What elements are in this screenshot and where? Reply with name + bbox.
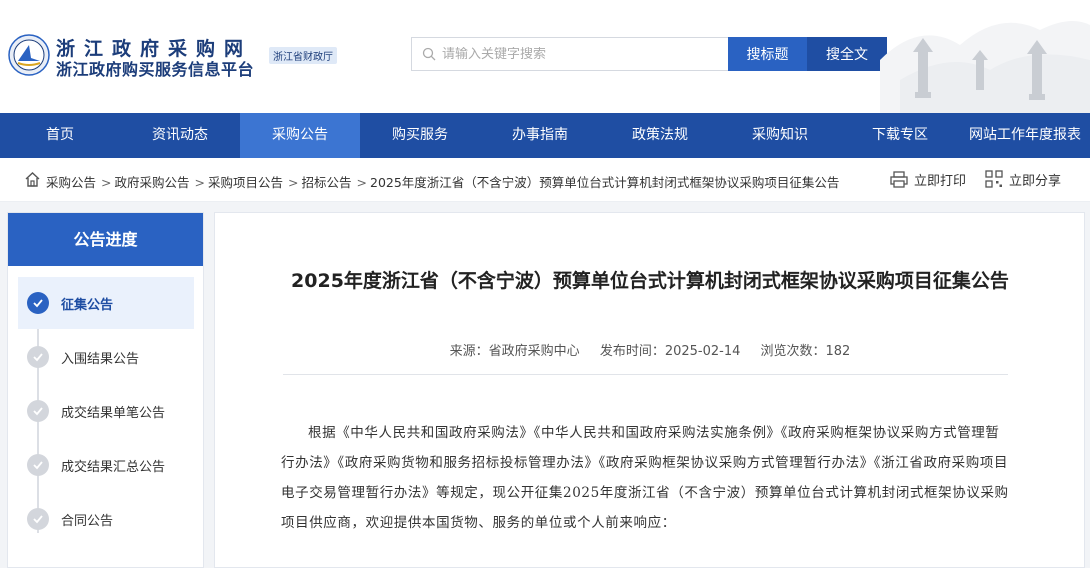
print-label: 立即打印 [914,173,967,189]
step-contract-notice[interactable]: 合同公告 [18,493,194,545]
site-logo-icon[interactable] [8,34,50,76]
breadcrumb-separator: > [356,175,367,190]
notice-progress-sidebar: 公告进度 征集公告 入围结果公告 成交结果单笔公告 成交结果汇总公告 合同公告 [7,212,204,568]
article-panel: 2025年度浙江省（不含宁波）预算单位台式计算机封闭式框架协议采购项目征集公告 … [214,212,1085,568]
site-header: 浙江政府采购网 浙江政府购买服务信息平台 浙江省财政厅 搜标题 搜全文 [0,0,1090,113]
printer-icon [890,170,908,188]
article-title: 2025年度浙江省（不含宁波）预算单位台式计算机封闭式框架协议采购项目征集公告 [291,270,1009,292]
print-button[interactable]: 立即打印 [890,169,966,189]
breadcrumb-item[interactable]: 采购公告 [46,175,96,190]
search-box [411,37,729,71]
step-single-deal-result[interactable]: 成交结果单笔公告 [18,385,194,437]
check-icon [27,400,49,422]
breadcrumb-bar: 采购公告 > 政府采购公告 > 采购项目公告 > 招标公告 >2025年度浙江省（不含宁波）预… [0,158,1090,202]
nav-download[interactable]: 下载专区 [840,113,960,158]
department-badge: 浙江省财政厅 [269,47,337,64]
share-label: 立即分享 [1009,173,1062,189]
nav-news[interactable]: 资讯动态 [120,113,240,158]
breadcrumb-current: 2025年度浙江省（不含宁波）预算单位台式计算机封闭式框架协议采购项目征集公告 [370,175,840,190]
search-input[interactable] [442,46,712,62]
breadcrumb-item[interactable]: 政府采购公告 [115,175,190,190]
article-meta: 来源：省政府采购中心 发布时间：2025-02-14 浏览次数：182 [265,340,1035,359]
article-publish-time: 发布时间：2025-02-14 [599,344,741,359]
nav-knowledge[interactable]: 采购知识 [720,113,840,158]
breadcrumb: 采购公告 > 政府采购公告 > 采购项目公告 > 招标公告 >2025年度浙江省（不含宁波）预… [46,172,841,191]
qrcode-icon [985,170,1003,188]
nav-purchase-service[interactable]: 购买服务 [360,113,480,158]
check-icon [27,346,49,368]
step-label: 合同公告 [61,513,114,529]
breadcrumb-item[interactable]: 采购项目公告 [208,175,283,190]
search-title-button[interactable]: 搜标题 [728,37,807,71]
nav-policy[interactable]: 政策法规 [600,113,720,158]
scenery-decoration-icon [880,21,1090,113]
step-solicitation-notice[interactable]: 征集公告 [18,277,194,329]
site-subtitle[interactable]: 浙江政府购买服务信息平台 [56,56,254,80]
article-source: 来源：省政府采购中心 [449,344,580,359]
main-nav: 首页 资讯动态 采购公告 购买服务 办事指南 政策法规 采购知识 下载专区 网站… [0,113,1090,158]
search-fulltext-button[interactable]: 搜全文 [807,37,887,71]
check-icon [27,454,49,476]
nav-guide[interactable]: 办事指南 [480,113,600,158]
breadcrumb-separator: > [194,175,205,190]
divider [283,374,1008,375]
check-icon [27,292,49,314]
breadcrumb-separator: > [101,175,112,190]
article-views: 浏览次数：182 [760,344,851,359]
article-paragraph: 根据《中华人民共和国政府采购法》《中华人民共和国政府采购法实施条例》《政府采购框… [281,425,1009,531]
step-label: 成交结果单笔公告 [61,405,166,421]
check-icon [27,508,49,530]
nav-annual-report[interactable]: 网站工作年度报表 [960,113,1090,158]
breadcrumb-item[interactable]: 招标公告 [302,175,352,190]
step-label: 成交结果汇总公告 [61,459,166,475]
step-summary-deal-result[interactable]: 成交结果汇总公告 [18,439,194,491]
breadcrumb-separator: > [288,175,299,190]
sidebar-title: 公告进度 [8,213,203,266]
search-icon [422,47,436,61]
step-shortlist-result[interactable]: 入围结果公告 [18,331,194,383]
step-label: 征集公告 [61,297,114,313]
share-button[interactable]: 立即分享 [985,169,1061,189]
home-icon[interactable] [24,171,41,188]
step-label: 入围结果公告 [61,351,140,367]
nav-procurement-notice[interactable]: 采购公告 [240,113,360,158]
nav-home[interactable]: 首页 [0,113,120,158]
